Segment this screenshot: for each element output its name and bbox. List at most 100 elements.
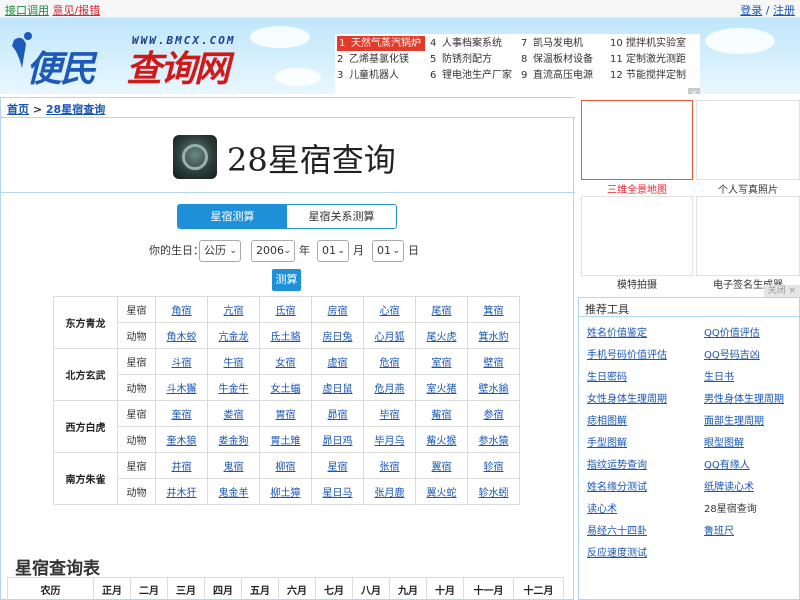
animal-link[interactable]: 张月鹿 [375, 488, 405, 499]
mansion-link[interactable]: 女宿 [276, 358, 296, 369]
tool-link[interactable]: 手机号码价值评估 [587, 350, 667, 361]
animal-link[interactable]: 奎木狼 [167, 436, 197, 447]
register-link[interactable]: 注册 [773, 4, 795, 17]
hot-search-item[interactable]: 9 直流高压电源 [521, 68, 593, 83]
animal-link[interactable]: 轸水蚓 [479, 488, 509, 499]
animal-link[interactable]: 尾火虎 [427, 332, 457, 343]
image-card-model[interactable] [581, 196, 693, 276]
mansion-link[interactable]: 氐宿 [276, 306, 296, 317]
site-logo[interactable]: WWW.BMCX.COM 便民 查询网 [8, 24, 248, 90]
animal-link[interactable]: 房日兔 [323, 332, 353, 343]
animal-link[interactable]: 鬼金羊 [219, 488, 249, 499]
hot-search-item[interactable]: 8 保温板材设备 [521, 52, 593, 67]
image-caption[interactable]: 三维全景地图 [581, 181, 693, 196]
breadcrumb-current[interactable]: 28星宿查询 [46, 103, 105, 116]
login-link[interactable]: 登录 [740, 4, 762, 17]
mansion-link[interactable]: 室宿 [432, 358, 452, 369]
tab-mansion-calc[interactable]: 星宿测算 [178, 205, 287, 228]
animal-link[interactable]: 翼火蛇 [427, 488, 457, 499]
animal-link[interactable]: 角木蛟 [167, 332, 197, 343]
tool-link[interactable]: 姓名价值鉴定 [587, 328, 647, 339]
animal-link[interactable]: 胃土雉 [271, 436, 301, 447]
mansion-link[interactable]: 箕宿 [484, 306, 504, 317]
animal-link[interactable]: 娄金狗 [219, 436, 249, 447]
mansion-link[interactable]: 斗宿 [172, 358, 192, 369]
animal-link[interactable]: 壁水貐 [479, 384, 509, 395]
tool-link[interactable]: 纸牌读心术 [704, 482, 754, 493]
calculate-button[interactable]: 测算 [272, 269, 301, 291]
tool-link[interactable]: 反应速度测试 [587, 548, 647, 559]
animal-link[interactable]: 斗木獬 [167, 384, 197, 395]
month-select[interactable]: 01 ⌄ [317, 240, 349, 262]
mansion-link[interactable]: 牛宿 [224, 358, 244, 369]
image-card-portrait[interactable] [696, 100, 800, 180]
hot-search-item[interactable]: 1 天然气蒸汽锅炉 [337, 36, 425, 51]
mansion-link[interactable]: 张宿 [380, 462, 400, 473]
day-select[interactable]: 01 ⌄ [372, 240, 404, 262]
hot-search-item[interactable]: 11 定制激光测距 [610, 52, 686, 67]
mansion-link[interactable]: 翼宿 [432, 462, 452, 473]
tool-link[interactable]: QQ号码吉凶 [704, 350, 760, 361]
mansion-link[interactable]: 觜宿 [432, 410, 452, 421]
tab-mansion-relation[interactable]: 星宿关系测算 [287, 205, 396, 228]
tool-link[interactable]: 生日密码 [587, 372, 627, 383]
tool-link[interactable]: 痣相图解 [587, 416, 627, 427]
feedback-link[interactable]: 意见/报错 [53, 4, 101, 17]
ad-close-button[interactable]: 关闭 × [764, 285, 800, 297]
hot-search-item[interactable]: 7 凯马发电机 [521, 36, 583, 51]
close-icon[interactable]: × [688, 88, 700, 94]
mansion-link[interactable]: 胃宿 [276, 410, 296, 421]
mansion-link[interactable]: 角宿 [172, 306, 192, 317]
animal-link[interactable]: 女土蝠 [271, 384, 301, 395]
mansion-link[interactable]: 柳宿 [276, 462, 296, 473]
mansion-link[interactable]: 毕宿 [380, 410, 400, 421]
hot-search-item[interactable]: 3 儿童机器人 [337, 68, 399, 83]
mansion-link[interactable]: 尾宿 [432, 306, 452, 317]
mansion-link[interactable]: 亢宿 [224, 306, 244, 317]
tool-link[interactable]: 读心术 [587, 504, 617, 515]
image-card-panorama-map[interactable] [581, 100, 693, 180]
hot-search-item[interactable]: 2 乙烯基氯化镁 [337, 52, 409, 67]
animal-link[interactable]: 室火猪 [427, 384, 457, 395]
hot-search-item[interactable]: 6 锂电池生产厂家 [430, 68, 512, 83]
animal-link[interactable]: 觜火猴 [427, 436, 457, 447]
year-select[interactable]: 2006 ⌄ [251, 240, 295, 262]
hot-search-item[interactable]: 12 节能搅拌定制 [610, 68, 686, 83]
mansion-link[interactable]: 房宿 [328, 306, 348, 317]
animal-link[interactable]: 毕月乌 [375, 436, 405, 447]
animal-link[interactable]: 虚日鼠 [323, 384, 353, 395]
tool-link[interactable]: 手型图解 [587, 438, 627, 449]
mansion-link[interactable]: 壁宿 [484, 358, 504, 369]
mansion-link[interactable]: 鬼宿 [224, 462, 244, 473]
tool-link[interactable]: 生日书 [704, 372, 734, 383]
tool-link[interactable]: 鲁班尺 [704, 526, 734, 537]
tool-link[interactable]: 面部生理周期 [704, 416, 764, 427]
mansion-link[interactable]: 虚宿 [328, 358, 348, 369]
api-link[interactable]: 接口调用 [5, 4, 49, 17]
animal-link[interactable]: 箕水豹 [479, 332, 509, 343]
animal-link[interactable]: 昴日鸡 [323, 436, 353, 447]
animal-link[interactable]: 氐土貉 [271, 332, 301, 343]
animal-link[interactable]: 参水猿 [479, 436, 509, 447]
tool-link[interactable]: QQ有缘人 [704, 460, 750, 471]
tool-link[interactable]: QQ价值评估 [704, 328, 760, 339]
mansion-link[interactable]: 轸宿 [484, 462, 504, 473]
mansion-link[interactable]: 星宿 [328, 462, 348, 473]
animal-link[interactable]: 牛金牛 [219, 384, 249, 395]
mansion-link[interactable]: 昴宿 [328, 410, 348, 421]
breadcrumb-home[interactable]: 首页 [7, 103, 29, 116]
tool-link[interactable]: 女性身体生理周期 [587, 394, 667, 405]
animal-link[interactable]: 柳土獐 [271, 488, 301, 499]
mansion-link[interactable]: 心宿 [380, 306, 400, 317]
image-caption[interactable]: 模特拍摄 [581, 276, 693, 291]
mansion-link[interactable]: 参宿 [484, 410, 504, 421]
tool-link[interactable]: 男性身体生理周期 [704, 394, 784, 405]
animal-link[interactable]: 危月燕 [375, 384, 405, 395]
animal-link[interactable]: 井木犴 [167, 488, 197, 499]
image-caption[interactable]: 个人写真照片 [696, 181, 800, 196]
tool-link[interactable]: 眼型图解 [704, 438, 744, 449]
tool-link[interactable]: 易经六十四卦 [587, 526, 647, 537]
hot-search-item[interactable]: 4 人事档案系统 [430, 36, 502, 51]
animal-link[interactable]: 心月狐 [375, 332, 405, 343]
hot-search-item[interactable]: 5 防锈剂配方 [430, 52, 492, 67]
